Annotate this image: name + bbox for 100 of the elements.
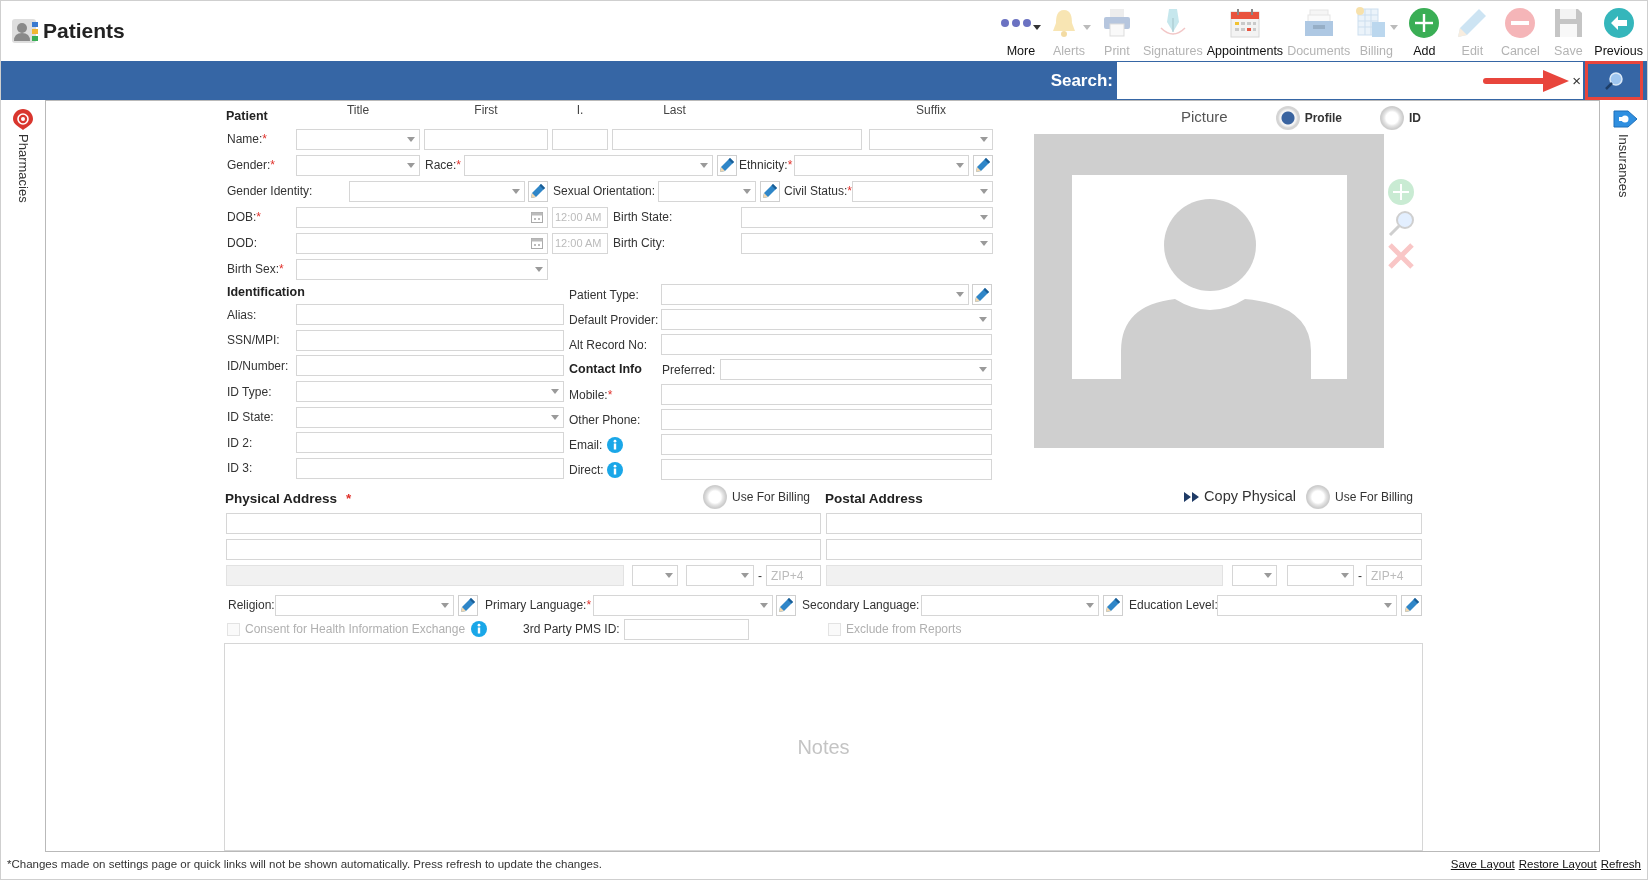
search-icon[interactable]	[1387, 210, 1415, 238]
time-field[interactable]: 12:00 AM	[552, 232, 608, 254]
dropdown-field[interactable]	[661, 309, 992, 330]
dropdown-field[interactable]	[632, 565, 678, 586]
dropdown-field[interactable]	[275, 594, 454, 616]
text-field[interactable]	[296, 432, 564, 454]
dropdown-field[interactable]	[852, 180, 993, 202]
text-field[interactable]	[296, 355, 564, 377]
notes-field[interactable]: Notes	[224, 643, 1423, 851]
text-field[interactable]	[661, 384, 992, 405]
calendar-icon	[531, 211, 543, 223]
field-label: Direct:	[569, 461, 604, 479]
search-field[interactable]: ×	[1117, 62, 1583, 99]
field-label: Ethnicity:*	[739, 157, 793, 174]
text-field[interactable]	[226, 539, 821, 560]
dropdown-field[interactable]	[720, 359, 992, 380]
radio-button[interactable]	[1380, 105, 1405, 130]
plus-icon[interactable]	[1387, 178, 1415, 206]
radio-button[interactable]	[702, 484, 727, 509]
footer-link[interactable]: Restore Layout	[1518, 856, 1597, 874]
pencil-icon	[1403, 597, 1420, 613]
edit-button[interactable]	[972, 284, 992, 305]
pin-icon	[12, 108, 34, 130]
toolbar-button[interactable]: Add	[1400, 1, 1449, 61]
dropdown-field[interactable]	[1217, 594, 1397, 616]
edit-button[interactable]	[760, 180, 780, 202]
text-field[interactable]	[552, 128, 608, 150]
dropdown-field[interactable]	[658, 180, 756, 202]
dropdown-field[interactable]	[686, 565, 754, 586]
radio-button[interactable]	[1305, 484, 1330, 509]
radio-label: Profile	[1304, 109, 1343, 127]
text-field[interactable]	[612, 128, 862, 150]
dropdown-field[interactable]	[296, 381, 564, 403]
text-field[interactable]	[296, 457, 564, 479]
field-label: ID State:	[227, 409, 274, 427]
edit-button[interactable]	[776, 594, 796, 616]
dropdown-field[interactable]	[593, 594, 773, 616]
field-label: ID 3:	[227, 460, 253, 478]
dropdown-field[interactable]	[741, 206, 993, 228]
caret-icon	[956, 292, 964, 297]
toolbar-button[interactable]: Appointments	[1204, 1, 1286, 61]
search-button[interactable]	[1585, 61, 1643, 100]
caret-icon	[743, 188, 751, 194]
copy-button[interactable]: Copy Physical	[1184, 485, 1296, 508]
text-field[interactable]: ZIP+4	[766, 565, 821, 586]
text-field[interactable]	[296, 329, 564, 351]
dropdown-field[interactable]	[794, 154, 969, 176]
edit-button[interactable]	[973, 154, 993, 176]
text-field[interactable]	[826, 513, 1422, 534]
dropdown-field[interactable]	[296, 258, 548, 280]
footer-link[interactable]: Refresh	[1600, 856, 1641, 874]
dropdown-field[interactable]	[296, 128, 420, 150]
footer-link[interactable]: Save Layout	[1450, 856, 1515, 874]
text-field[interactable]	[661, 459, 992, 480]
info-icon	[607, 436, 623, 453]
clear-button[interactable]: ×	[1572, 73, 1581, 88]
caret-icon	[700, 162, 708, 168]
edit-button[interactable]	[717, 154, 737, 176]
edit-button[interactable]	[458, 594, 478, 616]
field-label: Patient Type:	[569, 286, 639, 304]
dropdown-field[interactable]	[661, 284, 969, 305]
text-field[interactable]	[424, 128, 548, 150]
info-icon	[471, 621, 488, 637]
date-field[interactable]	[296, 232, 548, 254]
text-field[interactable]	[296, 304, 564, 326]
text-field[interactable]: ZIP+4	[1366, 565, 1422, 586]
text-field[interactable]	[623, 618, 749, 640]
text-field[interactable]	[826, 539, 1422, 560]
text-field[interactable]	[226, 513, 821, 534]
dropdown-field[interactable]	[1232, 565, 1277, 586]
side-tab[interactable]: Pharmacies	[12, 100, 34, 203]
date-field[interactable]	[296, 206, 548, 228]
field-label: Birth State:	[613, 209, 673, 226]
edit-button[interactable]	[528, 180, 548, 202]
dropdown-field[interactable]	[349, 180, 525, 202]
dropdown-field[interactable]	[1287, 565, 1354, 586]
field-label: Alt Record No:	[569, 336, 648, 354]
info-icon	[607, 461, 623, 478]
text-field[interactable]	[661, 409, 992, 430]
edit-button[interactable]	[1103, 594, 1123, 616]
dropdown-field[interactable]	[296, 154, 420, 176]
dropdown-field[interactable]	[741, 232, 993, 254]
field-label: Sexual Orientation:	[553, 183, 656, 200]
edit-button[interactable]	[1401, 594, 1422, 616]
field-label: Name:*	[227, 131, 267, 148]
calendar-icon	[1227, 6, 1262, 40]
dropdown-field[interactable]	[464, 154, 713, 176]
close-icon[interactable]	[1387, 242, 1415, 270]
caret-icon	[665, 573, 673, 578]
time-field[interactable]: 12:00 AM	[552, 206, 608, 228]
dropdown-field[interactable]	[296, 406, 564, 428]
toolbar-button[interactable]: More	[996, 1, 1045, 61]
side-tab[interactable]: Insurances	[1609, 100, 1638, 198]
text-field[interactable]	[661, 434, 992, 455]
dropdown-field[interactable]	[921, 594, 1099, 616]
dropdown-field[interactable]	[869, 128, 993, 150]
text-field[interactable]	[661, 334, 992, 355]
radio-label: Use For Billing	[731, 488, 810, 506]
radio-button[interactable]	[1275, 105, 1300, 130]
toolbar-button[interactable]: Previous	[1592, 1, 1645, 61]
